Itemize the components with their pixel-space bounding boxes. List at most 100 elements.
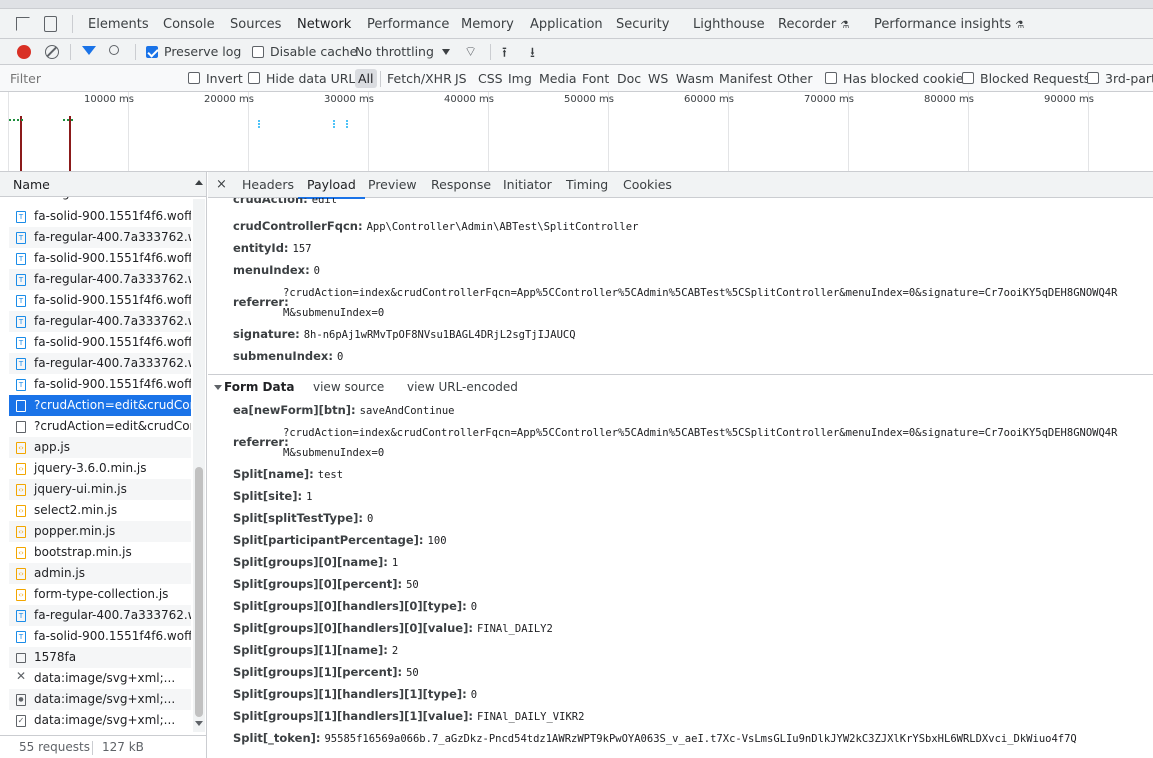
filter-type-css[interactable]: CSS	[478, 65, 503, 91]
tab-payload[interactable]: Payload	[298, 172, 365, 199]
filter-icon[interactable]	[82, 46, 96, 55]
preserve-log-checkbox[interactable]	[146, 46, 158, 58]
search-icon[interactable]	[109, 45, 119, 55]
request-row[interactable]: ‹› form-type-collection.js	[9, 584, 191, 605]
tab-elements[interactable]: Elements	[88, 9, 149, 38]
request-row[interactable]: Tfa-solid-900.1551f4f6.woff2	[9, 206, 191, 227]
form-value[interactable]: saveAndContinue	[360, 405, 455, 417]
tab-response[interactable]: Response	[431, 172, 491, 198]
form-value-multiline[interactable]: ?crudAction=index&crudControllerFqcn=App…	[283, 423, 1117, 463]
filter-type-js[interactable]: JS	[455, 65, 467, 91]
tab-performance-insights[interactable]: Performance insights ⚗	[874, 9, 1024, 38]
request-row[interactable]: 1578fa	[9, 647, 191, 668]
payload-value[interactable]: 0	[314, 265, 320, 277]
export-har-icon[interactable]: ⭳	[530, 42, 535, 64]
import-har-icon[interactable]: ⭱	[502, 42, 507, 64]
filter-type-manifest[interactable]: Manifest	[719, 65, 772, 91]
payload-value[interactable]: 157	[293, 243, 312, 255]
form-value[interactable]: test	[318, 469, 343, 481]
request-row[interactable]: ?crudAction=edit&crudContr...	[9, 416, 191, 437]
third-party-checkbox[interactable]	[1087, 72, 1099, 84]
filter-type-wasm[interactable]: Wasm	[676, 65, 714, 91]
tab-initiator[interactable]: Initiator	[503, 172, 552, 198]
request-row[interactable]: ‹› admin.js	[9, 563, 191, 584]
payload-value[interactable]: 8h-n6pAj1wRMvTpOF8NVsu1BAGL4DRjL2sgTjIJA…	[304, 329, 576, 341]
throttling-select[interactable]: No throttling	[355, 39, 434, 64]
form-value[interactable]: 0	[471, 601, 477, 613]
disable-cache-checkbox[interactable]	[252, 46, 264, 58]
form-value[interactable]: 2	[392, 645, 398, 657]
payload-value-multiline[interactable]: ?crudAction=index&crudControllerFqcn=App…	[283, 283, 1117, 323]
close-icon[interactable]: ×	[216, 177, 227, 192]
tab-headers[interactable]: Headers	[242, 172, 294, 198]
list-item-partial[interactable]: fa-regular-400.7a333762.wo...	[9, 197, 191, 203]
request-row[interactable]: ‹› popper.min.js	[9, 521, 191, 542]
request-list-header[interactable]: Name	[0, 172, 206, 197]
request-row[interactable]: Tfa-regular-400.7a333762.wo...	[9, 269, 191, 290]
tab-sources[interactable]: Sources	[230, 9, 281, 38]
network-conditions-icon[interactable]: ⌔	[464, 43, 477, 61]
blocked-requests-checkbox[interactable]	[962, 72, 974, 84]
form-value[interactable]: 0	[471, 689, 477, 701]
scroll-down-icon[interactable]	[195, 721, 203, 726]
clear-icon[interactable]	[45, 45, 59, 59]
device-toolbar-icon[interactable]	[44, 16, 57, 32]
form-value[interactable]: 1	[306, 491, 312, 503]
tab-application[interactable]: Application	[530, 9, 603, 38]
request-row[interactable]: ‹› bootstrap.min.js	[9, 542, 191, 563]
hide-data-urls-checkbox[interactable]	[248, 72, 260, 84]
filter-type-all[interactable]: All	[355, 69, 377, 88]
inspect-element-icon[interactable]	[16, 17, 30, 31]
request-row[interactable]: Tfa-solid-900.1551f4f6.woff2	[9, 248, 191, 269]
tab-timing[interactable]: Timing	[566, 172, 608, 198]
request-row[interactable]: Tfa-regular-400.7a333762.wo...	[9, 227, 191, 248]
filter-type-other[interactable]: Other	[777, 65, 813, 91]
tab-console[interactable]: Console	[163, 9, 215, 38]
request-row[interactable]: Tfa-solid-900.1551f4f6.woff2	[9, 290, 191, 311]
payload-value[interactable]: edit	[312, 198, 337, 206]
chevron-down-icon[interactable]	[214, 385, 222, 390]
filter-type-media[interactable]: Media	[539, 65, 577, 91]
tab-preview[interactable]: Preview	[368, 172, 417, 198]
tab-security[interactable]: Security	[616, 9, 669, 38]
form-value[interactable]: 1	[392, 557, 398, 569]
request-row[interactable]: ‹› jquery-ui.min.js	[9, 479, 191, 500]
form-value[interactable]: FINAl_DAILY2	[477, 623, 553, 635]
request-row[interactable]: Tfa-regular-400.7a333762.wo...	[9, 605, 191, 626]
request-row[interactable]: Tfa-solid-900.1551f4f6.woff2	[9, 626, 191, 647]
request-row[interactable]: ‹› jquery-3.6.0.min.js	[9, 458, 191, 479]
request-row[interactable]: Tfa-regular-400.7a333762.wo...	[9, 353, 191, 374]
tab-cookies[interactable]: Cookies	[623, 172, 672, 198]
filter-input[interactable]	[10, 68, 178, 88]
filter-type-fetch-xhr[interactable]: Fetch/XHR	[387, 65, 452, 91]
view-url-encoded-link[interactable]: view URL-encoded	[407, 380, 518, 394]
chevron-down-icon[interactable]	[442, 49, 450, 55]
request-row[interactable]: ‹› select2.min.js	[9, 500, 191, 521]
filter-type-doc[interactable]: Doc	[617, 65, 641, 91]
payload-value[interactable]: App\Controller\Admin\ABTest\SplitControl…	[367, 221, 639, 233]
form-value[interactable]: 0	[367, 513, 373, 525]
payload-value[interactable]: 0	[337, 351, 343, 363]
column-name-header[interactable]: Name	[13, 177, 50, 192]
sort-ascending-icon[interactable]	[195, 180, 203, 185]
record-icon[interactable]	[17, 45, 31, 59]
request-row[interactable]: ?crudAction=edit&crudContr...	[9, 395, 191, 416]
filter-type-ws[interactable]: WS	[648, 65, 668, 91]
form-value[interactable]: FINAl_DAILY_VIKR2	[477, 711, 584, 723]
has-blocked-cookies-checkbox[interactable]	[825, 72, 837, 84]
filter-type-font[interactable]: Font	[582, 65, 609, 91]
tab-lighthouse[interactable]: Lighthouse	[693, 9, 765, 38]
tab-memory[interactable]: Memory	[461, 9, 514, 38]
request-row[interactable]: Tfa-solid-900.1551f4f6.woff2	[9, 374, 191, 395]
tab-network[interactable]: Network	[297, 9, 351, 38]
request-row[interactable]: ✕ data:image/svg+xml;...	[9, 668, 191, 689]
form-value[interactable]: 100	[428, 535, 447, 547]
view-source-link[interactable]: view source	[313, 380, 384, 394]
invert-checkbox[interactable]	[188, 72, 200, 84]
tab-recorder[interactable]: Recorder ⚗	[778, 9, 849, 38]
request-list-scroll-thumb[interactable]	[195, 467, 203, 717]
request-row[interactable]: ● data:image/svg+xml;...	[9, 689, 191, 710]
request-row[interactable]: Tfa-solid-900.1551f4f6.woff2	[9, 332, 191, 353]
form-data-section-header[interactable]: Form Data view source view URL-encoded	[208, 374, 1153, 398]
request-row[interactable]: ✓ data:image/svg+xml;...	[9, 710, 191, 731]
